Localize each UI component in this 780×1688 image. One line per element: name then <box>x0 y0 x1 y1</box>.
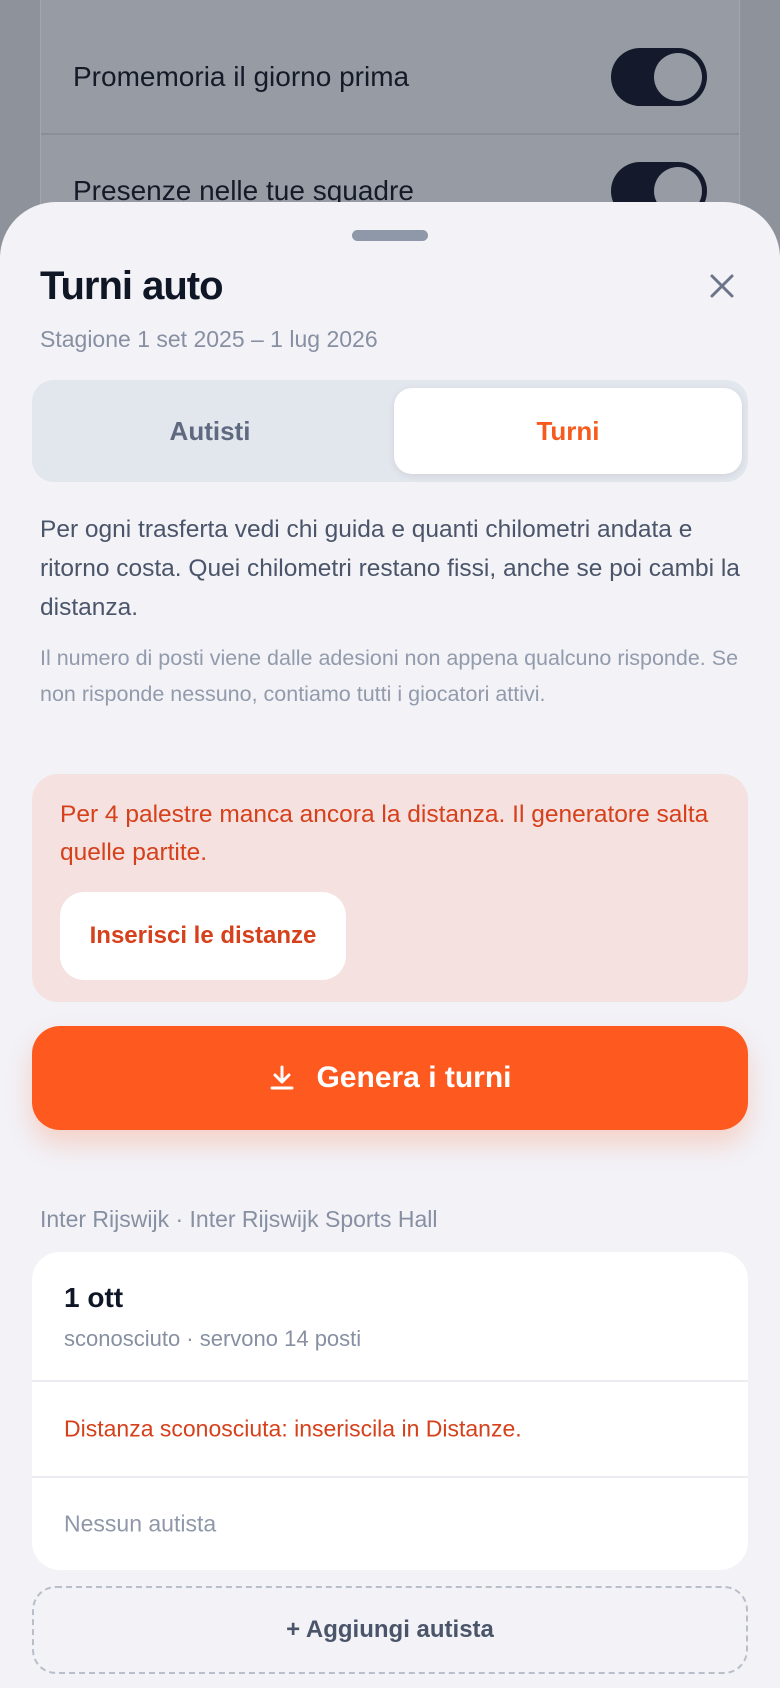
sheet-title: Turni auto <box>40 264 224 308</box>
match-drivers: Nessun autista <box>32 1478 748 1570</box>
warning-text: Per 4 palestre manca ancora la distanza.… <box>60 801 709 866</box>
match-meta: sconosciuto · servono 14 posti <box>64 1326 362 1351</box>
tab-shifts[interactable]: Turni <box>394 388 742 474</box>
match-distance-warning: Distanza sconosciuta: inseriscila in Dis… <box>32 1382 748 1478</box>
generate-shifts-label: Genera i turni <box>316 1061 512 1094</box>
reminder-toggle[interactable] <box>611 48 707 106</box>
match-warning-text: Distanza sconosciuta: inseriscila in Dis… <box>64 1415 522 1442</box>
close-icon <box>710 274 734 298</box>
venue-section-label: Inter Rijswijk · Inter Rijswijk Sports H… <box>40 1206 438 1232</box>
settings-row-label: Promemoria il giorno prima <box>73 61 410 92</box>
no-driver-text: Nessun autista <box>64 1510 217 1537</box>
match-card[interactable]: 1 ott sconosciuto · servono 14 posti Dis… <box>32 1252 748 1570</box>
tab-drivers[interactable]: Autisti <box>36 388 384 474</box>
segmented-control: Autisti Turni <box>32 380 748 482</box>
settings-row-reminder[interactable]: Promemoria il giorno prima <box>41 21 739 135</box>
car-shifts-sheet: Turni auto Stagione 1 set 2025 – 1 lug 2… <box>0 202 780 1688</box>
match-header: 1 ott sconosciuto · servono 14 posti <box>32 1252 748 1382</box>
close-button[interactable] <box>700 264 744 308</box>
generate-shifts-button[interactable]: Genera i turni <box>32 1026 748 1130</box>
enter-distances-button[interactable]: Inserisci le distanze <box>60 892 346 980</box>
toggle-knob <box>654 53 702 101</box>
description-text: Per ogni trasferta vedi chi guida e quan… <box>40 516 740 621</box>
match-date: 1 ott <box>64 1282 124 1313</box>
sheet-drag-handle[interactable] <box>352 230 428 241</box>
note-text: Il numero di posti viene dalle adesioni … <box>40 646 739 706</box>
missing-distance-warning: Per 4 palestre manca ancora la distanza.… <box>32 774 748 1002</box>
download-icon <box>268 1064 296 1092</box>
season-subtitle: Stagione 1 set 2025 – 1 lug 2026 <box>40 326 378 352</box>
add-driver-button[interactable]: + Aggiungi autista <box>32 1586 748 1674</box>
